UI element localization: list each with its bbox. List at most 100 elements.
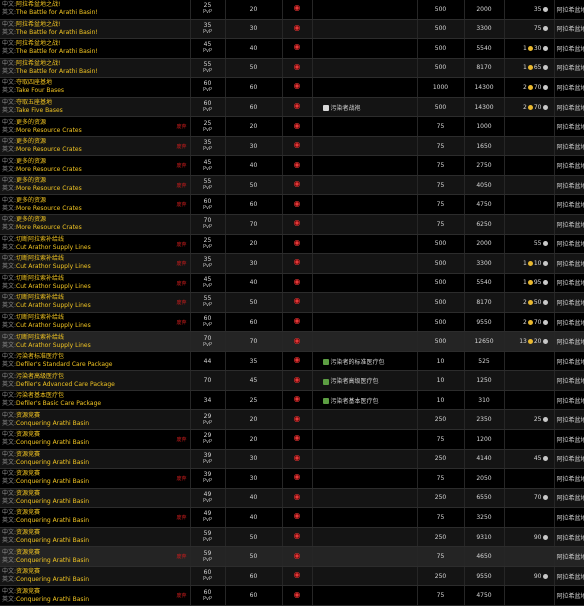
- table-row[interactable]: 中文:切断阿拉索补给线 英文:Cut Arathor Supply Lines …: [0, 331, 584, 352]
- quest-name-zh[interactable]: 污染者基本医疗包: [16, 392, 64, 399]
- table-row[interactable]: 中文:阿拉希盆地之战! 英文:The Battle for Arathi Bas…: [0, 38, 584, 59]
- quest-name-zh[interactable]: 污染者标准医疗包: [16, 353, 64, 360]
- quest-name-en[interactable]: Conquering Arathi Basin: [16, 439, 89, 446]
- zone-name[interactable]: 阿拉希盆地: [554, 312, 584, 333]
- quest-name-cell[interactable]: 中文:更多的资源 英文:More Resource Crates 废弃: [0, 136, 191, 157]
- quest-name-en[interactable]: The Battle for Arathi Basin!: [16, 48, 98, 55]
- quest-name-zh[interactable]: 阿拉希盆地之战!: [16, 21, 60, 28]
- quest-name-en[interactable]: Conquering Arathi Basin: [16, 498, 89, 505]
- zone-name[interactable]: 阿拉希盆地: [554, 116, 584, 137]
- zone-name[interactable]: 阿拉希盆地: [554, 331, 584, 352]
- quest-name-en[interactable]: Cut Arathor Supply Lines: [16, 302, 91, 309]
- table-row[interactable]: 中文:资源竞赛 英文:Conquering Arathi Basin 废弃 29…: [0, 429, 584, 450]
- zone-name[interactable]: 阿拉希盆地: [554, 273, 584, 294]
- zone-name[interactable]: 阿拉希盆地: [554, 136, 584, 157]
- quest-name-en[interactable]: Cut Arathor Supply Lines: [16, 244, 91, 251]
- table-row[interactable]: 中文:资源竞赛 英文:Conquering Arathi Basin 废弃 39…: [0, 468, 584, 489]
- zone-name[interactable]: 阿拉希盆地: [554, 409, 584, 431]
- quest-name-en[interactable]: More Resource Crates: [16, 166, 82, 173]
- table-row[interactable]: 中文:阿拉希盆地之战! 英文:The Battle for Arathi Bas…: [0, 19, 584, 40]
- table-row[interactable]: 中文:切断阿拉索补给线 英文:Cut Arathor Supply Lines …: [0, 234, 584, 255]
- quest-name-en[interactable]: Conquering Arathi Basin: [16, 478, 89, 485]
- zone-name[interactable]: 阿拉希盆地: [554, 351, 584, 372]
- quest-name-zh[interactable]: 更多的资源: [16, 119, 46, 126]
- quest-name-cell[interactable]: 中文:切断阿拉索补给线 英文:Cut Arathor Supply Lines …: [0, 234, 191, 255]
- table-row[interactable]: 中文:切断阿拉索补给线 英文:Cut Arathor Supply Lines …: [0, 273, 584, 294]
- quest-name-en[interactable]: More Resource Crates: [16, 224, 82, 231]
- quest-name-zh[interactable]: 切断阿拉索补给线: [16, 275, 64, 282]
- zone-name[interactable]: 阿拉希盆地: [554, 370, 584, 391]
- zone-name[interactable]: 阿拉希盆地: [554, 546, 584, 567]
- quest-name-cell[interactable]: 中文:更多的资源 英文:More Resource Crates 废弃: [0, 116, 191, 137]
- quest-name-zh[interactable]: 切断阿拉索补给线: [16, 314, 64, 321]
- quest-name-en[interactable]: Conquering Arathi Basin: [16, 420, 89, 427]
- table-row[interactable]: 中文:更多的资源 英文:More Resource Crates 废弃 35 Pv…: [0, 136, 584, 157]
- zone-name[interactable]: 阿拉希盆地: [554, 527, 584, 548]
- quest-name-zh[interactable]: 资源竞赛: [16, 490, 40, 497]
- zone-name[interactable]: 阿拉希盆地: [554, 19, 584, 40]
- quest-name-cell[interactable]: 中文:切断阿拉索补给线 英文:Cut Arathor Supply Lines …: [0, 312, 191, 333]
- quest-name-cell[interactable]: 中文:资源竞赛 英文:Conquering Arathi Basin: [0, 488, 191, 509]
- quest-name-en[interactable]: Conquering Arathi Basin: [16, 557, 89, 564]
- quest-name-zh[interactable]: 阿拉希盆地之战!: [16, 60, 60, 67]
- quest-name-cell[interactable]: 中文:资源竞赛 英文:Conquering Arathi Basin 废弃: [0, 507, 191, 528]
- quest-name-en[interactable]: Take Four Bases: [16, 87, 64, 94]
- table-row[interactable]: 中文:更多的资源 英文:More Resource Crates 废弃 55 Pv…: [0, 175, 584, 196]
- quest-name-zh[interactable]: 更多的资源: [16, 197, 46, 204]
- quest-name-en[interactable]: More Resource Crates: [16, 127, 82, 134]
- reward-item-name[interactable]: 污染者的标准医疗包: [331, 359, 385, 366]
- quest-name-zh[interactable]: 资源竞赛: [16, 431, 40, 438]
- zone-name[interactable]: 阿拉希盆地: [554, 468, 584, 489]
- quest-name-zh[interactable]: 阿拉希盆地之战!: [16, 1, 60, 8]
- table-row[interactable]: 中文:资源竞赛 英文:Conquering Arathi Basin 60 PvP…: [0, 566, 584, 587]
- quest-name-en[interactable]: Cut Arathor Supply Lines: [16, 342, 91, 349]
- quest-name-en[interactable]: The Battle for Arathi Basin!: [16, 29, 98, 36]
- zone-name[interactable]: 阿拉希盆地: [554, 38, 584, 59]
- zone-name[interactable]: 阿拉希盆地: [554, 566, 584, 587]
- zone-name[interactable]: 阿拉希盆地: [554, 194, 584, 216]
- quest-name-cell[interactable]: 中文:污染者标准医疗包 英文:Defiler's Standard Care P…: [0, 351, 191, 372]
- quest-name-zh[interactable]: 资源竞赛: [16, 529, 40, 536]
- quest-name-cell[interactable]: 中文:更多的资源 英文:More Resource Crates 废弃: [0, 155, 191, 176]
- reward-item-name[interactable]: 污染者基本医疗包: [331, 398, 379, 405]
- quest-name-en[interactable]: Conquering Arathi Basin: [16, 517, 89, 524]
- quest-name-en[interactable]: Defiler's Basic Care Package: [16, 400, 101, 407]
- table-row[interactable]: 中文:资源竞赛 英文:Conquering Arathi Basin 59 PvP…: [0, 527, 584, 548]
- quest-name-cell[interactable]: 中文:切断阿拉索补给线 英文:Cut Arathor Supply Lines …: [0, 273, 191, 294]
- quest-name-cell[interactable]: 中文:资源竞赛 英文:Conquering Arathi Basin: [0, 527, 191, 548]
- zone-name[interactable]: 阿拉希盆地: [554, 234, 584, 255]
- table-row[interactable]: 中文:阿拉希盆地之战! 英文:The Battle for Arathi Bas…: [0, 58, 584, 79]
- quest-name-en[interactable]: Cut Arathor Supply Lines: [16, 322, 91, 329]
- quest-name-cell[interactable]: 中文:阿拉希盆地之战! 英文:The Battle for Arathi Bas…: [0, 0, 191, 20]
- zone-name[interactable]: 阿拉希盆地: [554, 253, 584, 274]
- table-row[interactable]: 中文:资源竞赛 英文:Conquering Arathi Basin 39 PvP…: [0, 449, 584, 470]
- zone-name[interactable]: 阿拉希盆地: [554, 155, 584, 176]
- quest-name-en[interactable]: Conquering Arathi Basin: [16, 459, 89, 466]
- quest-name-en[interactable]: Cut Arathor Supply Lines: [16, 283, 91, 290]
- quest-name-zh[interactable]: 切断阿拉索补给线: [16, 334, 64, 341]
- zone-name[interactable]: 阿拉希盆地: [554, 507, 584, 528]
- table-row[interactable]: 中文:资源竞赛 英文:Conquering Arathi Basin 49 PvP…: [0, 488, 584, 509]
- zone-name[interactable]: 阿拉希盆地: [554, 429, 584, 450]
- quest-name-en[interactable]: The Battle for Arathi Basin!: [16, 68, 98, 75]
- quest-name-cell[interactable]: 中文:夺取五座基地 英文:Take Five Bases: [0, 97, 191, 118]
- table-row[interactable]: 中文:污染者标准医疗包 英文:Defiler's Standard Care P…: [0, 351, 584, 372]
- quest-name-zh[interactable]: 资源竞赛: [16, 588, 40, 595]
- quest-name-zh[interactable]: 资源竞赛: [16, 451, 40, 458]
- quest-name-cell[interactable]: 中文:污染者高级医疗包 英文:Defiler's Advanced Care P…: [0, 370, 191, 391]
- reward-item-name[interactable]: 污染者战袍: [331, 105, 361, 112]
- quest-name-zh[interactable]: 更多的资源: [16, 138, 46, 145]
- zone-name[interactable]: 阿拉希盆地: [554, 214, 584, 235]
- table-row[interactable]: 中文:切断阿拉索补给线 英文:Cut Arathor Supply Lines …: [0, 312, 584, 333]
- zone-name[interactable]: 阿拉希盆地: [554, 0, 584, 20]
- quest-name-zh[interactable]: 切断阿拉索补给线: [16, 236, 64, 243]
- quest-name-zh[interactable]: 更多的资源: [16, 177, 46, 184]
- table-row[interactable]: 中文:更多的资源 英文:More Resource Crates 70 PvP 7…: [0, 214, 584, 235]
- quest-name-cell[interactable]: 中文:切断阿拉索补给线 英文:Cut Arathor Supply Lines …: [0, 292, 191, 313]
- quest-name-en[interactable]: More Resource Crates: [16, 205, 82, 212]
- zone-name[interactable]: 阿拉希盆地: [554, 488, 584, 509]
- quest-name-zh[interactable]: 更多的资源: [16, 158, 46, 165]
- quest-name-cell[interactable]: 中文:资源竞赛 英文:Conquering Arathi Basin: [0, 566, 191, 587]
- quest-name-cell[interactable]: 中文:更多的资源 英文:More Resource Crates 废弃: [0, 194, 191, 216]
- table-row[interactable]: 中文:夺取五座基地 英文:Take Five Bases 60 PvP 60 污染…: [0, 97, 584, 118]
